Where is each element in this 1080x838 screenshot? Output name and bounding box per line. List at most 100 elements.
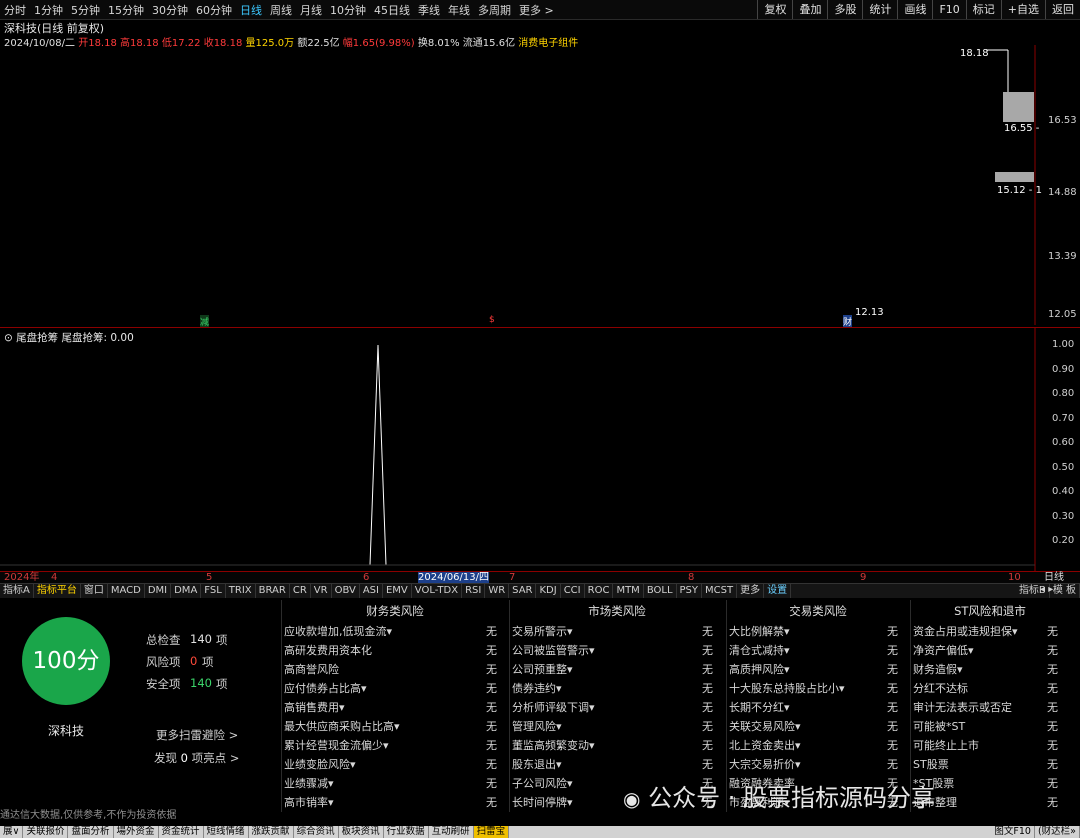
- indicator-tab-18[interactable]: KDJ: [536, 584, 561, 598]
- indicator-tab-0[interactable]: 指标A: [0, 584, 34, 598]
- indicator-tab-6[interactable]: FSL: [201, 584, 226, 598]
- risk-item[interactable]: 北上资金卖出▾: [729, 737, 801, 753]
- indicator-tab-21[interactable]: MTM: [613, 584, 644, 598]
- risk-item[interactable]: 应收款增加,低现金流▾: [284, 623, 392, 639]
- tool-button-4[interactable]: 画线: [897, 0, 932, 19]
- indicator-tab-24[interactable]: MCST: [702, 584, 738, 598]
- risk-item[interactable]: 可能被*ST: [913, 718, 965, 734]
- risk-item[interactable]: 资金占用或违规担保▾: [913, 623, 1018, 639]
- indicator-tab-17[interactable]: SAR: [509, 584, 537, 598]
- risk-item[interactable]: 十大股东总持股占比小▾: [729, 680, 845, 696]
- period-tab-3[interactable]: 15分钟: [104, 2, 148, 18]
- period-tab-10[interactable]: 45日线: [370, 2, 414, 18]
- risk-item[interactable]: 大宗交易折价▾: [729, 756, 801, 772]
- period-tab-8[interactable]: 月线: [296, 2, 326, 18]
- tool-button-5[interactable]: F10: [932, 0, 965, 19]
- period-tab-13[interactable]: 多周期: [474, 2, 515, 18]
- indicator-tab-4[interactable]: DMI: [145, 584, 172, 598]
- risk-item[interactable]: 公司预重整▾: [512, 661, 573, 677]
- indicator-chart[interactable]: [0, 328, 1080, 571]
- indicator-tab-16[interactable]: WR: [485, 584, 510, 598]
- period-tab-0[interactable]: 分时: [0, 2, 30, 18]
- risk-item[interactable]: 可能终止上市: [913, 737, 979, 753]
- risk-item[interactable]: 清仓式减持▾: [729, 642, 790, 658]
- tool-button-7[interactable]: +自选: [1000, 0, 1045, 19]
- risk-item[interactable]: 高研发费用资本化: [284, 642, 372, 658]
- risk-item[interactable]: 业绩骤减▾: [284, 775, 334, 791]
- bottom-tab-4[interactable]: 资金统计: [159, 826, 204, 838]
- indicator-tab-20[interactable]: ROC: [585, 584, 614, 598]
- indicator-tab-23[interactable]: PSY: [677, 584, 703, 598]
- risk-item[interactable]: 应付债券占比高▾: [284, 680, 367, 696]
- indicator-tab-13[interactable]: EMV: [383, 584, 412, 598]
- risk-item[interactable]: 长时间停牌▾: [512, 794, 573, 810]
- bottom-tab-5[interactable]: 短线情绪: [204, 826, 249, 838]
- tool-button-1[interactable]: 叠加: [792, 0, 827, 19]
- risk-item[interactable]: 董监高频繁变动▾: [512, 737, 595, 753]
- period-tab-5[interactable]: 60分钟: [192, 2, 236, 18]
- indicator-tab-22[interactable]: BOLL: [644, 584, 677, 598]
- indicator-tab-25[interactable]: 更多: [737, 584, 765, 598]
- risk-item[interactable]: 大比例解禁▾: [729, 623, 790, 639]
- highlights-link[interactable]: 发现 0 项亮点 >: [154, 750, 239, 766]
- bottom-tab-11[interactable]: 扫雷宝: [473, 826, 510, 838]
- risk-item[interactable]: 分析师评级下调▾: [512, 699, 595, 715]
- indicator-tab-14[interactable]: VOL-TDX: [412, 584, 463, 598]
- more-scan-link[interactable]: 更多扫雷避险 >: [156, 727, 238, 743]
- kline-chart[interactable]: [0, 45, 1080, 325]
- bottom-tab-6[interactable]: 涨跌贡献: [249, 826, 294, 838]
- indicator-tab-11[interactable]: OBV: [332, 584, 360, 598]
- indicator-tab-28[interactable]: 模 板: [1050, 584, 1080, 598]
- period-tab-7[interactable]: 周线: [266, 2, 296, 18]
- bottom-right-tab-1[interactable]: (财达栏»: [1035, 826, 1080, 838]
- period-tab-11[interactable]: 季线: [414, 2, 444, 18]
- risk-item[interactable]: 业绩变脸风险▾: [284, 756, 356, 772]
- indicator-tab-5[interactable]: DMA: [171, 584, 202, 598]
- risk-item[interactable]: ST股票: [913, 756, 949, 772]
- risk-item[interactable]: 高销售费用▾: [284, 699, 345, 715]
- bottom-right-tab-0[interactable]: 图文F10: [991, 826, 1035, 838]
- period-tab-6[interactable]: 日线: [236, 2, 266, 18]
- bottom-tab-0[interactable]: 展∨: [0, 826, 24, 838]
- risk-item[interactable]: 财务造假▾: [913, 661, 963, 677]
- period-tab-9[interactable]: 10分钟: [326, 2, 370, 18]
- risk-item[interactable]: 累计经营现金流偏少▾: [284, 737, 389, 753]
- risk-item[interactable]: 长期不分红▾: [729, 699, 790, 715]
- risk-item[interactable]: 高商誉风险: [284, 661, 339, 677]
- marker-dollar[interactable]: $: [489, 315, 495, 325]
- indicator-tab-19[interactable]: CCI: [561, 584, 585, 598]
- period-tab-2[interactable]: 5分钟: [67, 2, 104, 18]
- risk-item[interactable]: 关联交易风险▾: [729, 718, 801, 734]
- tool-button-2[interactable]: 多股: [827, 0, 862, 19]
- bottom-tab-8[interactable]: 板块资讯: [339, 826, 384, 838]
- risk-item[interactable]: 最大供应商采购占比高▾: [284, 718, 400, 734]
- tool-button-3[interactable]: 统计: [862, 0, 897, 19]
- risk-item[interactable]: 公司被监管警示▾: [512, 642, 595, 658]
- risk-item[interactable]: 股东退出▾: [512, 756, 562, 772]
- indicator-tab-2[interactable]: 窗口: [81, 584, 108, 598]
- risk-item[interactable]: 子公司风险▾: [512, 775, 573, 791]
- bottom-tab-2[interactable]: 盘面分析: [68, 826, 114, 838]
- bottom-tab-9[interactable]: 行业数据: [384, 826, 429, 838]
- risk-item[interactable]: 交易所警示▾: [512, 623, 573, 639]
- indicator-tab-12[interactable]: ASI: [360, 584, 383, 598]
- indicator-tab-26[interactable]: 设置: [764, 584, 792, 598]
- indicator-tab-1[interactable]: 指标平台: [34, 584, 81, 598]
- risk-item[interactable]: 债券违约▾: [512, 680, 562, 696]
- period-tab-1[interactable]: 1分钟: [30, 2, 67, 18]
- period-tab-14[interactable]: 更多 >: [515, 2, 558, 18]
- tool-button-6[interactable]: 标记: [965, 0, 1001, 19]
- indicator-tab-10[interactable]: VR: [311, 584, 332, 598]
- tab-scroll-arrows[interactable]: ◂ ▸: [1040, 584, 1053, 595]
- bottom-tab-7[interactable]: 综合资讯: [294, 826, 339, 838]
- bottom-tab-1[interactable]: 关联报价: [23, 826, 69, 838]
- risk-item[interactable]: 管理风险▾: [512, 718, 562, 734]
- indicator-tab-7[interactable]: TRIX: [226, 584, 256, 598]
- indicator-tab-15[interactable]: RSI: [462, 584, 486, 598]
- indicator-tab-3[interactable]: MACD: [108, 584, 145, 598]
- risk-item[interactable]: 审计无法表示或否定: [913, 699, 1012, 715]
- tool-button-0[interactable]: 复权: [757, 0, 792, 19]
- indicator-tab-8[interactable]: BRAR: [256, 584, 290, 598]
- period-tab-12[interactable]: 年线: [444, 2, 474, 18]
- bottom-tab-3[interactable]: 場外资金: [114, 826, 159, 838]
